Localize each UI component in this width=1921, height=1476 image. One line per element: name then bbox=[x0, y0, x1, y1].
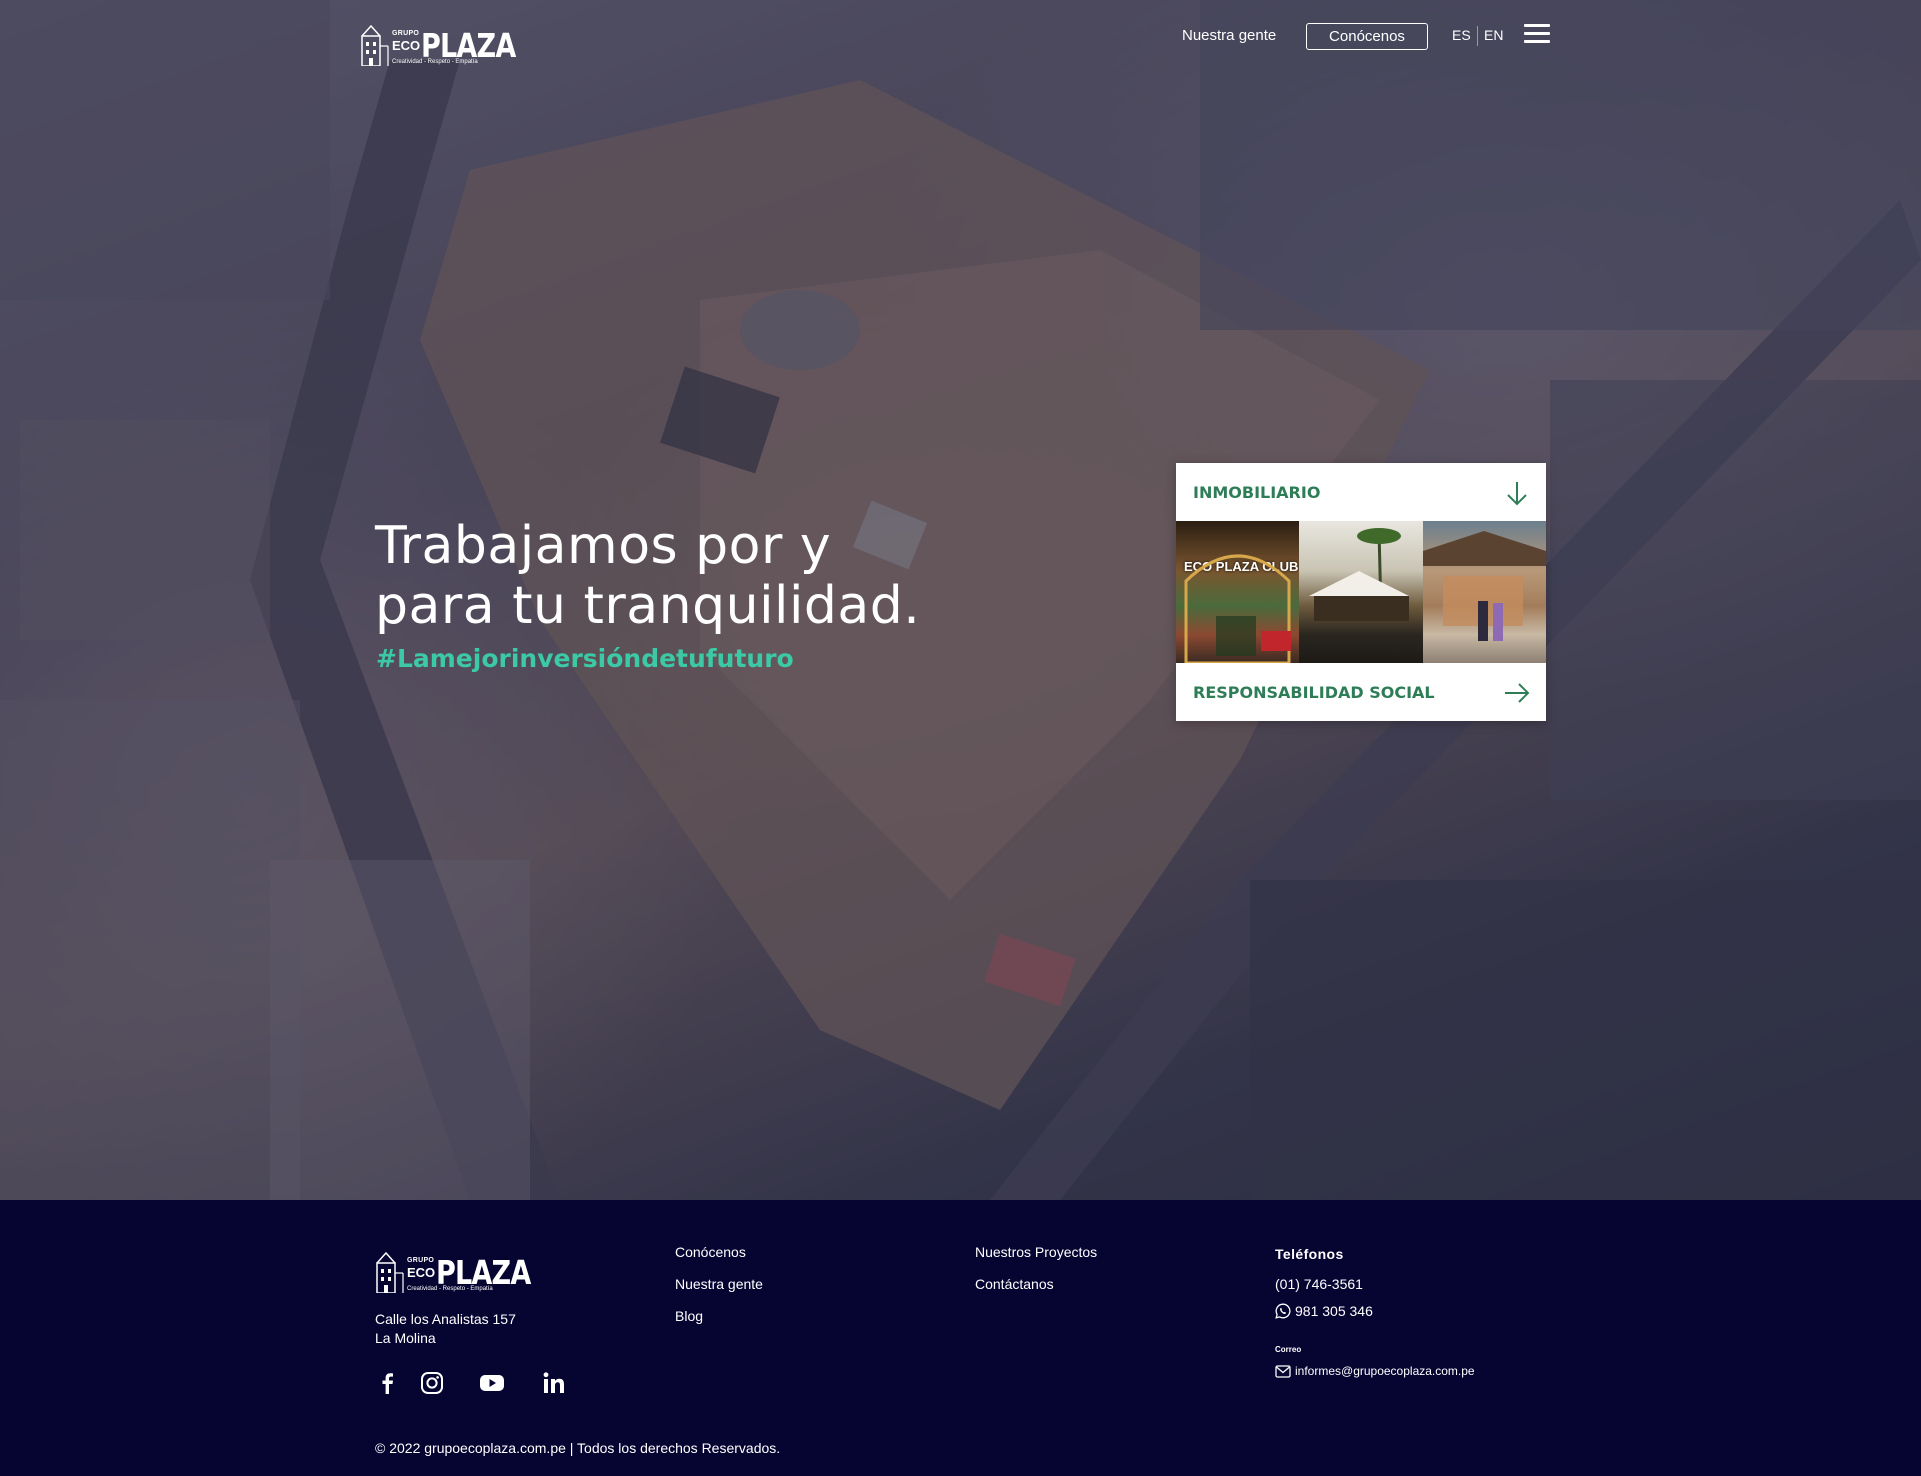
footer-link-conocenos[interactable]: Conócenos bbox=[675, 1244, 746, 1260]
building-logo-icon bbox=[376, 1251, 404, 1293]
youtube-icon[interactable] bbox=[479, 1370, 505, 1396]
footer-address: Calle los Analistas 157 La Molina bbox=[375, 1310, 516, 1348]
logo-grupo: GRUPO bbox=[407, 1257, 435, 1264]
project-image-club: ECO PLAZA CLUB bbox=[1176, 521, 1300, 663]
logo-tagline: Creatividad - Respeto - Empatía bbox=[392, 59, 478, 65]
sections-card: INMOBILIARIO ECO PLAZA CLUB RESPONSABILI… bbox=[1176, 463, 1546, 721]
linkedin-icon[interactable] bbox=[541, 1370, 567, 1396]
hero-section: GRUPO ECO PLAZA Creatividad - Respeto - … bbox=[0, 0, 1921, 1200]
project-image-building bbox=[1299, 521, 1423, 663]
footer-link-blog[interactable]: Blog bbox=[675, 1308, 703, 1324]
card-inmobiliario-label: INMOBILIARIO bbox=[1193, 482, 1321, 502]
phone-number[interactable]: (01) 746-3561 bbox=[1275, 1276, 1363, 1292]
email-address: informes@grupoecoplaza.com.pe bbox=[1295, 1364, 1475, 1378]
address-line1: Calle los Analistas 157 bbox=[375, 1311, 516, 1327]
arrow-down-icon bbox=[1507, 482, 1527, 506]
card-responsabilidad-label: RESPONSABILIDAD SOCIAL bbox=[1193, 682, 1435, 702]
hero-title: Trabajamos por y para tu tranquilidad. bbox=[375, 516, 975, 636]
card-inmobiliario-link[interactable]: INMOBILIARIO bbox=[1176, 463, 1546, 521]
logo-eco: ECO bbox=[407, 1265, 436, 1280]
project-image-entrance bbox=[1422, 521, 1546, 663]
lang-divider bbox=[1477, 26, 1478, 46]
card-image-strip[interactable]: ECO PLAZA CLUB bbox=[1176, 521, 1546, 663]
logo-tagline: Creatividad - Respeto - Empatía bbox=[407, 1286, 493, 1292]
lang-es[interactable]: ES bbox=[1452, 27, 1471, 43]
instagram-icon[interactable] bbox=[419, 1370, 445, 1396]
hamburger-icon[interactable] bbox=[1524, 24, 1550, 44]
nav-conocenos-button[interactable]: Conócenos bbox=[1306, 23, 1428, 50]
hero-title-line2: para tu tranquilidad. bbox=[375, 576, 921, 636]
mail-icon bbox=[1275, 1364, 1291, 1378]
facebook-icon[interactable] bbox=[375, 1370, 401, 1396]
building-logo-icon bbox=[361, 24, 389, 66]
email-heading: Correo bbox=[1275, 1345, 1302, 1354]
footer-link-nuestra-gente[interactable]: Nuestra gente bbox=[675, 1276, 763, 1292]
footer-logo[interactable]: GRUPO ECO PLAZA Creatividad - Respeto - … bbox=[375, 1245, 531, 1293]
logo-eco: ECO bbox=[392, 38, 421, 53]
hero-title-line1: Trabajamos por y bbox=[375, 516, 832, 576]
whatsapp-link[interactable]: 981 305 346 bbox=[1275, 1303, 1373, 1319]
whatsapp-icon bbox=[1275, 1303, 1291, 1319]
phones-heading: Teléfonos bbox=[1275, 1246, 1344, 1262]
nav-nuestra-gente[interactable]: Nuestra gente bbox=[1182, 27, 1276, 44]
footer-link-nuestros-proyectos[interactable]: Nuestros Proyectos bbox=[975, 1244, 1097, 1260]
site-footer: GRUPO ECO PLAZA Creatividad - Respeto - … bbox=[0, 1200, 1921, 1476]
arrow-right-icon bbox=[1505, 683, 1530, 703]
address-line2: La Molina bbox=[375, 1330, 436, 1346]
site-header: GRUPO ECO PLAZA Creatividad - Respeto - … bbox=[0, 0, 1921, 72]
brand-logo[interactable]: GRUPO ECO PLAZA Creatividad - Respeto - … bbox=[360, 18, 516, 66]
hero-hashtag: #Lamejorinversióndetufuturo bbox=[376, 644, 794, 673]
copyright: © 2022 grupoecoplaza.com.pe | Todos los … bbox=[375, 1440, 781, 1456]
card-responsabilidad-link[interactable]: RESPONSABILIDAD SOCIAL bbox=[1176, 663, 1546, 721]
email-link[interactable]: informes@grupoecoplaza.com.pe bbox=[1275, 1364, 1475, 1378]
footer-link-contactanos[interactable]: Contáctanos bbox=[975, 1276, 1054, 1292]
whatsapp-number: 981 305 346 bbox=[1295, 1303, 1373, 1319]
logo-grupo: GRUPO bbox=[392, 30, 420, 37]
lang-en[interactable]: EN bbox=[1484, 27, 1503, 43]
